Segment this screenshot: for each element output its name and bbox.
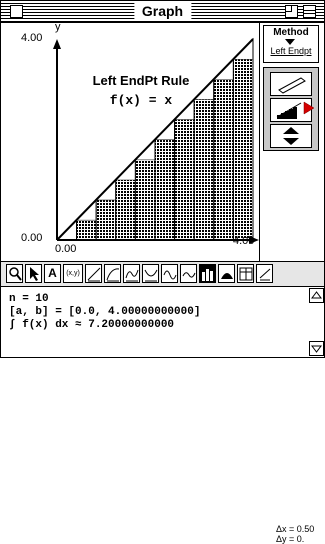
scroll-down-button[interactable] (309, 341, 324, 356)
plot-title: Left EndPt Rule (92, 73, 190, 88)
close-box[interactable] (10, 5, 23, 18)
text-tool-button[interactable]: A (44, 264, 61, 283)
curve-tool-icon (106, 268, 120, 282)
function-label: f(x) = x (109, 93, 173, 108)
sine-tool-icon (163, 270, 177, 280)
riemann-bar (95, 199, 117, 241)
riemann-bar (76, 219, 97, 241)
arrow-pointer-icon (30, 267, 39, 281)
y-axis-label: y (55, 21, 61, 33)
wave-line-icon (182, 272, 196, 278)
scroll-down-arrow-icon (311, 345, 322, 353)
n-output: n = 10 (9, 293, 49, 305)
slanted-line-icon (278, 77, 306, 94)
x-min-label: 0.00 (55, 243, 77, 255)
method-title: Method (273, 27, 309, 38)
up-down-arrows-icon (283, 127, 299, 145)
integral-output: ∫ f(x) dx ≈ 7.20000000000 (9, 319, 175, 331)
riemann-bar (134, 159, 156, 241)
point-tool-label: (x,y) (66, 270, 80, 277)
delta-y-readout: Δy = 0. (276, 534, 305, 544)
method-popup[interactable]: Method Left Endpt (263, 25, 319, 63)
slope-field-icon (259, 268, 271, 281)
riemann-sum-icon (202, 269, 213, 281)
area-tool-icon (221, 273, 233, 279)
area-tool-button[interactable] (218, 264, 235, 283)
stepper-button[interactable] (270, 124, 312, 148)
delta-x-readout: Δx = 0.50 (276, 524, 315, 534)
window-title: Graph (133, 2, 192, 20)
line-tool-button[interactable] (85, 264, 102, 283)
title-bar[interactable]: Graph (1, 1, 324, 23)
plot-area[interactable]: y 4.00 0.00 0.00 4.00 x Left EndPt Rule … (1, 21, 259, 261)
zoom-tool-button[interactable] (6, 264, 23, 283)
scroll-up-button[interactable] (309, 288, 324, 303)
tangent-tool-icon (144, 269, 158, 282)
point-tool-button[interactable]: (x,y) (63, 264, 83, 283)
x-max-label: 4.00 (233, 235, 255, 247)
y-axis-arrow (53, 39, 61, 49)
delta-readout: Δx = 0.50 Δy = 0. (276, 524, 314, 544)
text-tool-icon: A (48, 266, 57, 280)
table-tool-icon (239, 267, 253, 281)
red-cursor-icon (303, 101, 315, 115)
y-max-label: 4.00 (21, 32, 43, 44)
tool-palette: A (x,y) Δx = 0.50 Δy = 0. (1, 262, 324, 544)
tangent-tool-button[interactable] (142, 264, 159, 283)
arrow-tool-button[interactable] (25, 264, 42, 283)
magnifier-icon (9, 267, 22, 281)
wave-tool-icon (125, 269, 139, 282)
riemann-tool-button[interactable] (199, 264, 216, 283)
riemann-bar (193, 98, 215, 241)
output-pane[interactable]: n = 10 [a, b] = [0.0, 4.00000000000] ∫ f… (1, 288, 324, 357)
riemann-bar (232, 58, 254, 241)
integral-tool-button[interactable] (180, 264, 197, 283)
collapse-box[interactable] (303, 5, 316, 18)
zoom-box[interactable] (285, 5, 298, 18)
riemann-bar (154, 139, 176, 241)
table-tool-button[interactable] (237, 264, 254, 283)
panel-divider (259, 23, 260, 261)
riemann-bar (115, 179, 136, 241)
y-min-label: 0.00 (21, 232, 43, 244)
popup-arrow-icon (285, 39, 295, 45)
graph-tool-button[interactable] (256, 264, 273, 283)
sine-tool-button[interactable] (161, 264, 178, 283)
function-view-button[interactable] (270, 72, 312, 96)
curve-tool-button[interactable] (104, 264, 121, 283)
riemann-bar (174, 118, 195, 241)
graph-window: Graph y 4.00 0.00 0.00 4.00 x Left EndPt… (0, 0, 325, 544)
interval-output: [a, b] = [0.0, 4.00000000000] (9, 306, 201, 318)
riemann-plot (53, 37, 259, 244)
method-value[interactable]: Left Endpt (264, 46, 318, 56)
scroll-up-arrow-icon (311, 291, 322, 299)
line-tool-icon (87, 267, 101, 282)
riemann-bar (213, 78, 234, 241)
wave-tool-button[interactable] (123, 264, 140, 283)
